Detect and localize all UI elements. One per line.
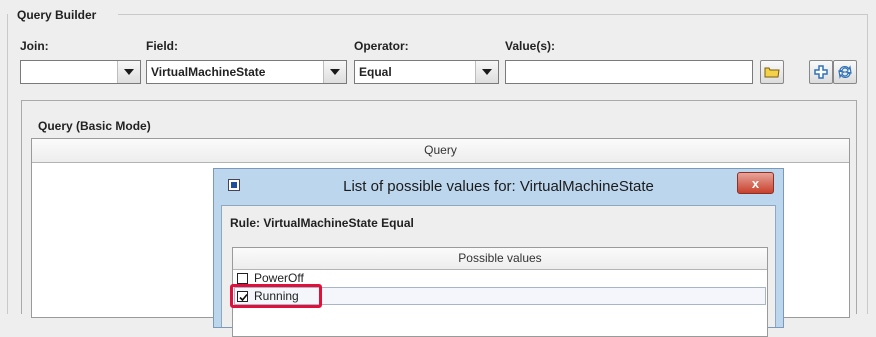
dialog-body: Rule: VirtualMachineState Equal Possible… [221, 205, 776, 337]
operator-dropdown-arrow[interactable] [475, 61, 498, 83]
dialog-title: List of possible values for: VirtualMach… [343, 178, 654, 195]
operator-dropdown[interactable]: Equal [354, 60, 499, 84]
running-highlight-box [230, 284, 322, 308]
poweroff-checkbox[interactable] [237, 272, 248, 284]
field-label: Field: [146, 39, 178, 53]
join-dropdown[interactable] [20, 60, 141, 84]
close-icon: x [751, 175, 760, 191]
possible-values-table: Possible values PowerOff Running [230, 247, 768, 337]
refresh-arrow-icon [838, 65, 852, 79]
chevron-down-icon [330, 69, 340, 75]
operator-label: Operator: [354, 39, 409, 53]
query-column-header[interactable]: Query [32, 139, 849, 163]
possible-values-header[interactable]: Possible values [233, 248, 767, 270]
field-value: VirtualMachineState [151, 65, 266, 79]
dialog-close-button[interactable]: x [737, 172, 774, 194]
join-value [21, 61, 117, 83]
plus-icon [814, 65, 828, 79]
join-label: Join: [20, 39, 49, 53]
join-dropdown-arrow[interactable] [117, 61, 140, 83]
query-panel-title: Query (Basic Mode) [38, 119, 151, 133]
folder-icon [764, 67, 780, 78]
add-rule-button[interactable] [809, 60, 833, 84]
rule-label: Rule: VirtualMachineState Equal [230, 216, 414, 230]
replace-rule-button[interactable] [833, 60, 857, 84]
possible-values-dialog: List of possible values for: VirtualMach… [213, 168, 784, 337]
browse-values-button[interactable] [760, 60, 784, 84]
field-dropdown-arrow[interactable] [323, 61, 346, 83]
possible-values-header-label: Possible values [458, 251, 542, 265]
operator-value: Equal [359, 65, 392, 79]
query-builder-title: Query Builder [17, 8, 97, 22]
query-column-header-label: Query [424, 143, 457, 157]
values-label: Value(s): [505, 39, 556, 53]
values-input[interactable] [505, 60, 753, 84]
field-dropdown[interactable]: VirtualMachineState [146, 60, 347, 84]
poweroff-label: PowerOff [254, 271, 304, 285]
chevron-down-icon [124, 69, 134, 75]
chevron-down-icon [482, 69, 492, 75]
